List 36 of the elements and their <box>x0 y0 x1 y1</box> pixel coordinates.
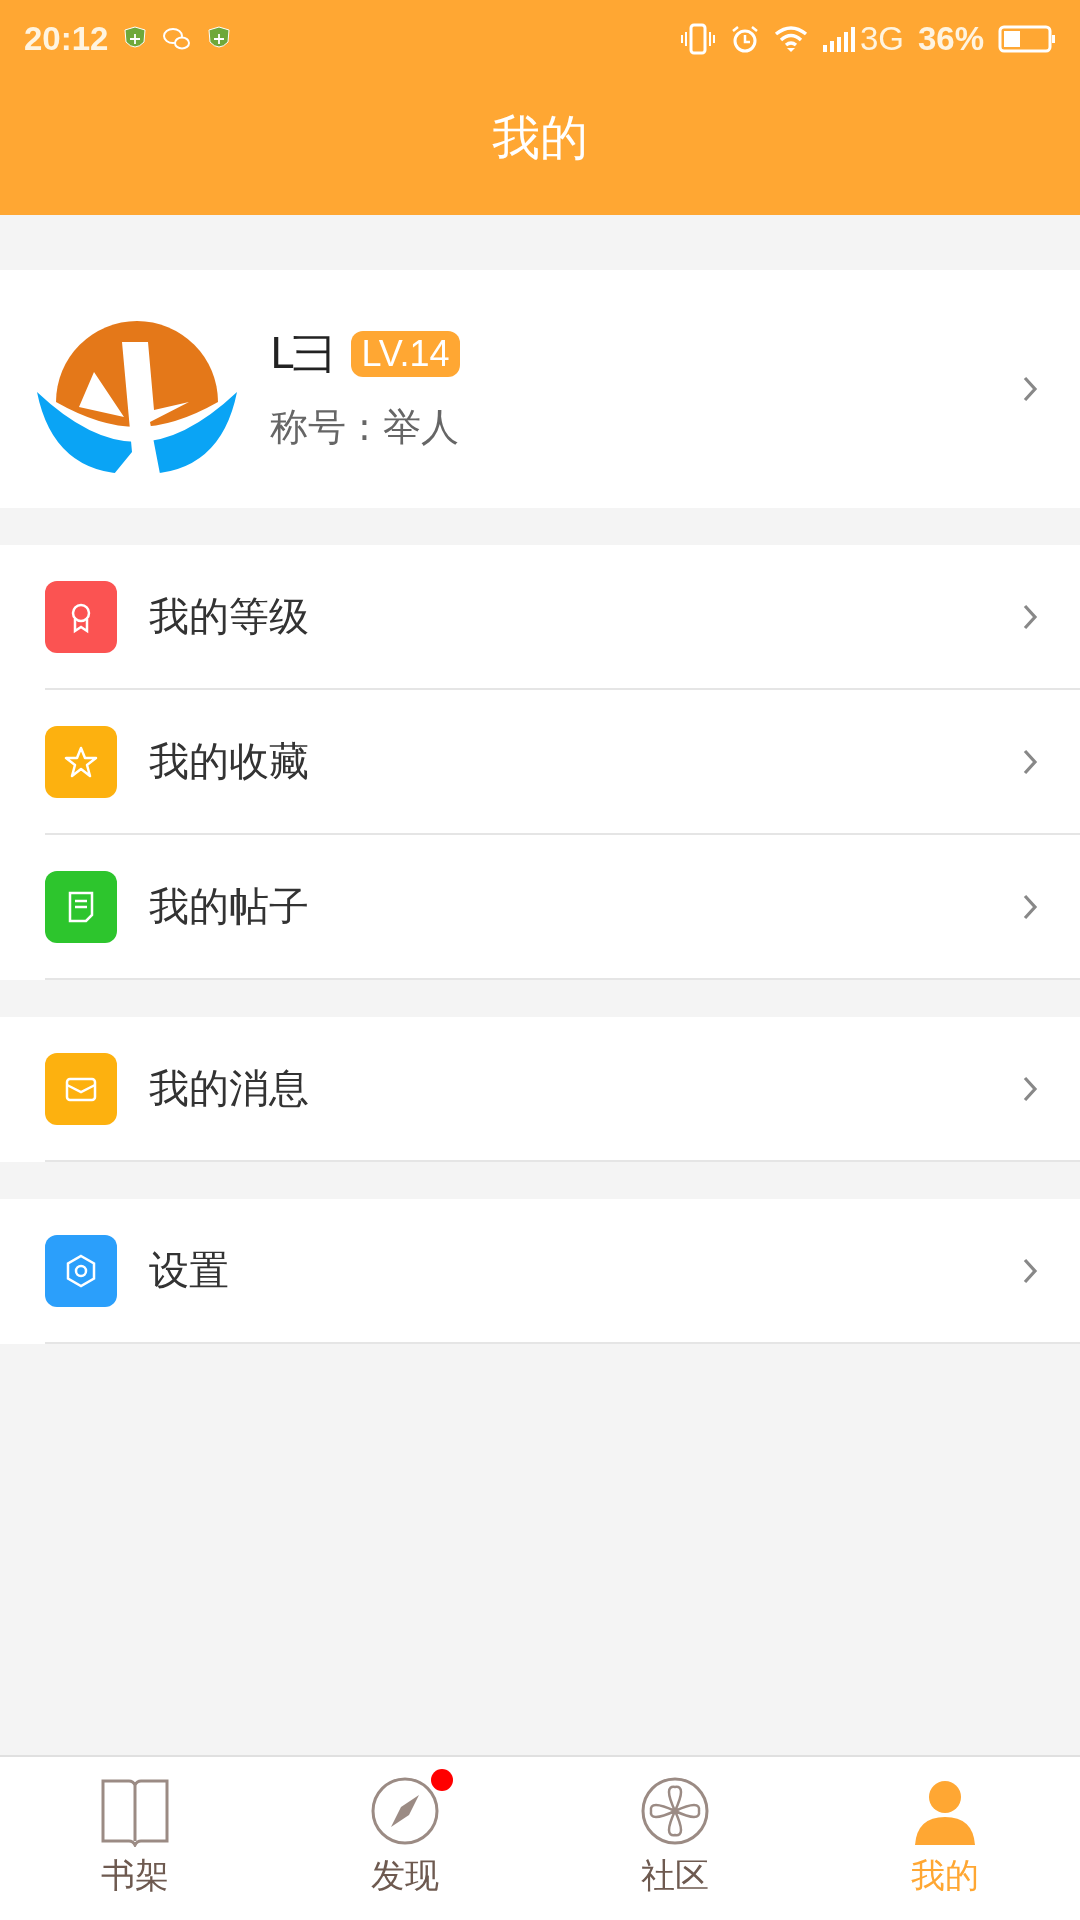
menu-label: 我的收藏 <box>149 737 310 786</box>
flower-icon <box>639 1775 711 1847</box>
nav-tab[interactable]: 发现 <box>270 1757 540 1920</box>
profile-card[interactable]: L彐 LV.14 称号 : 举人 <box>0 270 1080 508</box>
chat-bubbles-icon <box>162 26 193 52</box>
battery-percent: 36% <box>917 20 984 58</box>
menu-label: 设置 <box>149 1246 230 1295</box>
tab-label: 社区 <box>641 1854 709 1897</box>
chevron-right-icon <box>1022 375 1040 403</box>
chevron-right-icon <box>1022 892 1040 921</box>
menu-item[interactable]: 我的收藏 <box>45 690 1080 835</box>
tab-label: 发现 <box>371 1854 439 1897</box>
menu-item[interactable]: 我的等级 <box>45 545 1080 690</box>
menu-label: 我的帖子 <box>149 882 310 931</box>
chevron-right-icon <box>1022 602 1040 631</box>
compass-icon <box>369 1775 441 1847</box>
chevron-right-icon <box>1022 1256 1040 1285</box>
chevron-right-icon <box>1022 1074 1040 1103</box>
wifi-icon <box>773 25 808 53</box>
user-title: 称号 : 举人 <box>270 403 460 451</box>
clock-time: 20:12 <box>24 20 109 58</box>
menu-label: 我的等级 <box>149 592 310 641</box>
nav-tab[interactable]: 社区 <box>540 1757 810 1920</box>
user-name: L彐 <box>270 327 336 380</box>
menu-item[interactable]: 我的帖子 <box>45 835 1080 980</box>
network-type: 3G <box>859 20 904 58</box>
vibrate-icon <box>679 22 716 56</box>
tab-label: 我的 <box>911 1854 979 1897</box>
battery-icon <box>998 25 1056 53</box>
menu-label: 我的消息 <box>149 1064 310 1113</box>
page-title: 我的 <box>492 107 588 167</box>
level-badge: LV.14 <box>351 330 460 377</box>
chevron-right-icon <box>1022 747 1040 776</box>
nav-tab[interactable]: 书架 <box>0 1757 270 1920</box>
signal-bars-icon <box>821 25 856 53</box>
tab-label: 书架 <box>101 1854 169 1897</box>
